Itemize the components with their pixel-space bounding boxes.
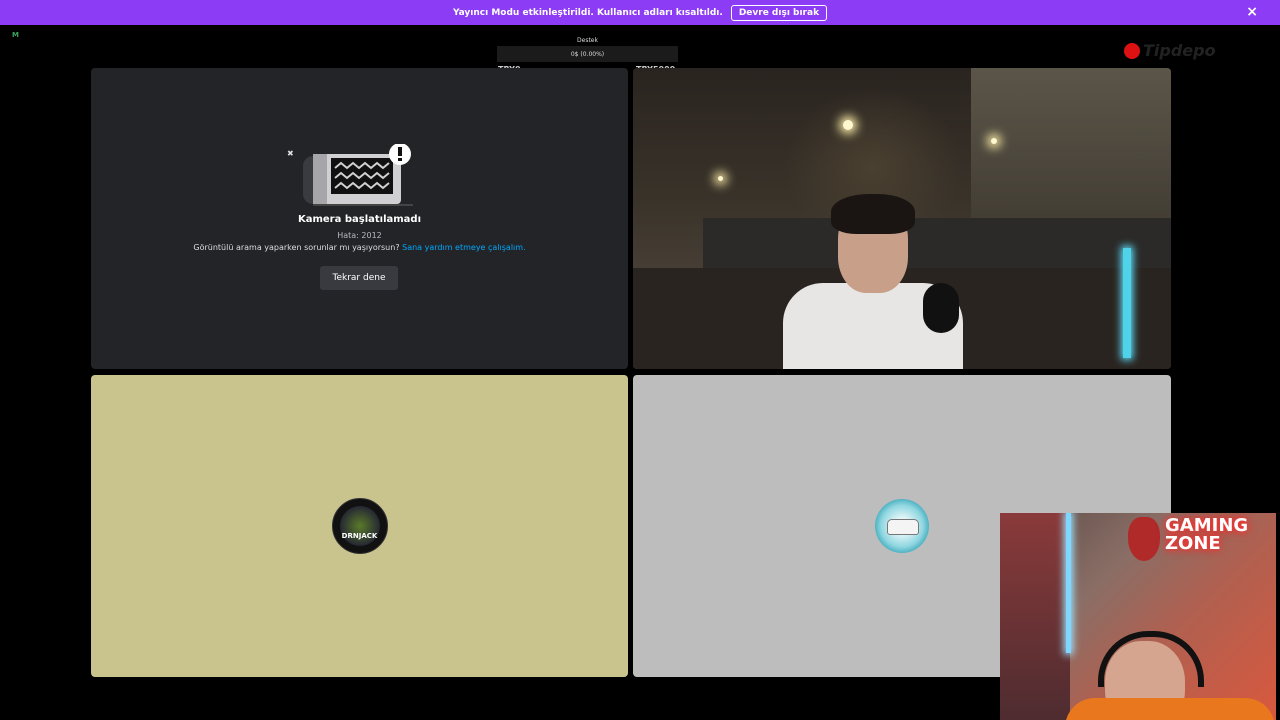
microphone-icon: [923, 283, 959, 333]
donation-title: Destek: [577, 37, 598, 44]
car-icon: [887, 519, 919, 535]
neon-sign-line2: ZONE: [1165, 533, 1221, 554]
street-lamp: [718, 176, 723, 181]
disable-streamer-mode-button[interactable]: Devre dışı bırak: [730, 4, 828, 21]
video-tile-avatar-drnjack[interactable]: DRNJACK: [91, 375, 628, 677]
close-icon[interactable]: ×: [1246, 4, 1258, 20]
headset-icon: [1098, 631, 1204, 687]
svg-text:✖: ✖: [287, 149, 294, 158]
facecam-shirt: [1065, 698, 1275, 720]
street-lamp: [991, 138, 997, 144]
lion-logo-icon: [1128, 517, 1160, 561]
app-badge: M: [12, 31, 19, 39]
gaming-logo-icon: [339, 506, 380, 546]
facecam-led-strip: [1066, 513, 1071, 653]
streamer-mode-banner: Yayıncı Modu etkinleştirildi. Kullanıcı …: [0, 0, 1280, 25]
donation-progress-text: 0$ (0.00%): [570, 50, 605, 58]
camera-error-help: Görüntülü arama yaparken sorunlar mı yaş…: [91, 243, 628, 252]
camera-error-title: Kamera başlatılamadı: [297, 214, 422, 225]
neon-sign: GAMING ZONE: [1165, 517, 1248, 553]
donation-progress-bar: 0$ (0.00%): [497, 46, 678, 62]
street-lamp: [843, 120, 853, 130]
video-tile-camera-error[interactable]: ✖ Kamera başlatılamadı Hata: 2012 Görünt…: [91, 68, 628, 369]
avatar: DRNJACK: [331, 498, 388, 554]
camera-error-illustration-icon: ✖: [287, 144, 413, 206]
facecam-wall: [1000, 513, 1070, 720]
brand-mark-icon: [1124, 42, 1140, 59]
banner-message: Yayıncı Modu etkinleştirildi. Kullanıcı …: [452, 7, 723, 18]
camera-error-help-text: Görüntülü arama yaparken sorunlar mı yaş…: [193, 243, 403, 252]
video-tile-webcam[interactable]: [633, 68, 1171, 369]
brand-logo: Tipdepo: [1124, 41, 1216, 60]
streamer-hair: [831, 194, 915, 234]
led-strip: [1123, 248, 1131, 358]
camera-error-code: Hata: 2012: [337, 231, 382, 240]
brand-logo-text: Tipdepo: [1143, 41, 1216, 60]
facecam-overlay: GAMING ZONE: [1000, 513, 1276, 720]
avatar-logo-label: DRNJACK: [341, 532, 378, 540]
retry-button[interactable]: Tekrar dene: [320, 266, 398, 290]
avatar: [875, 499, 929, 553]
help-link[interactable]: Sana yardım etmeye çalışalım.: [402, 243, 526, 252]
